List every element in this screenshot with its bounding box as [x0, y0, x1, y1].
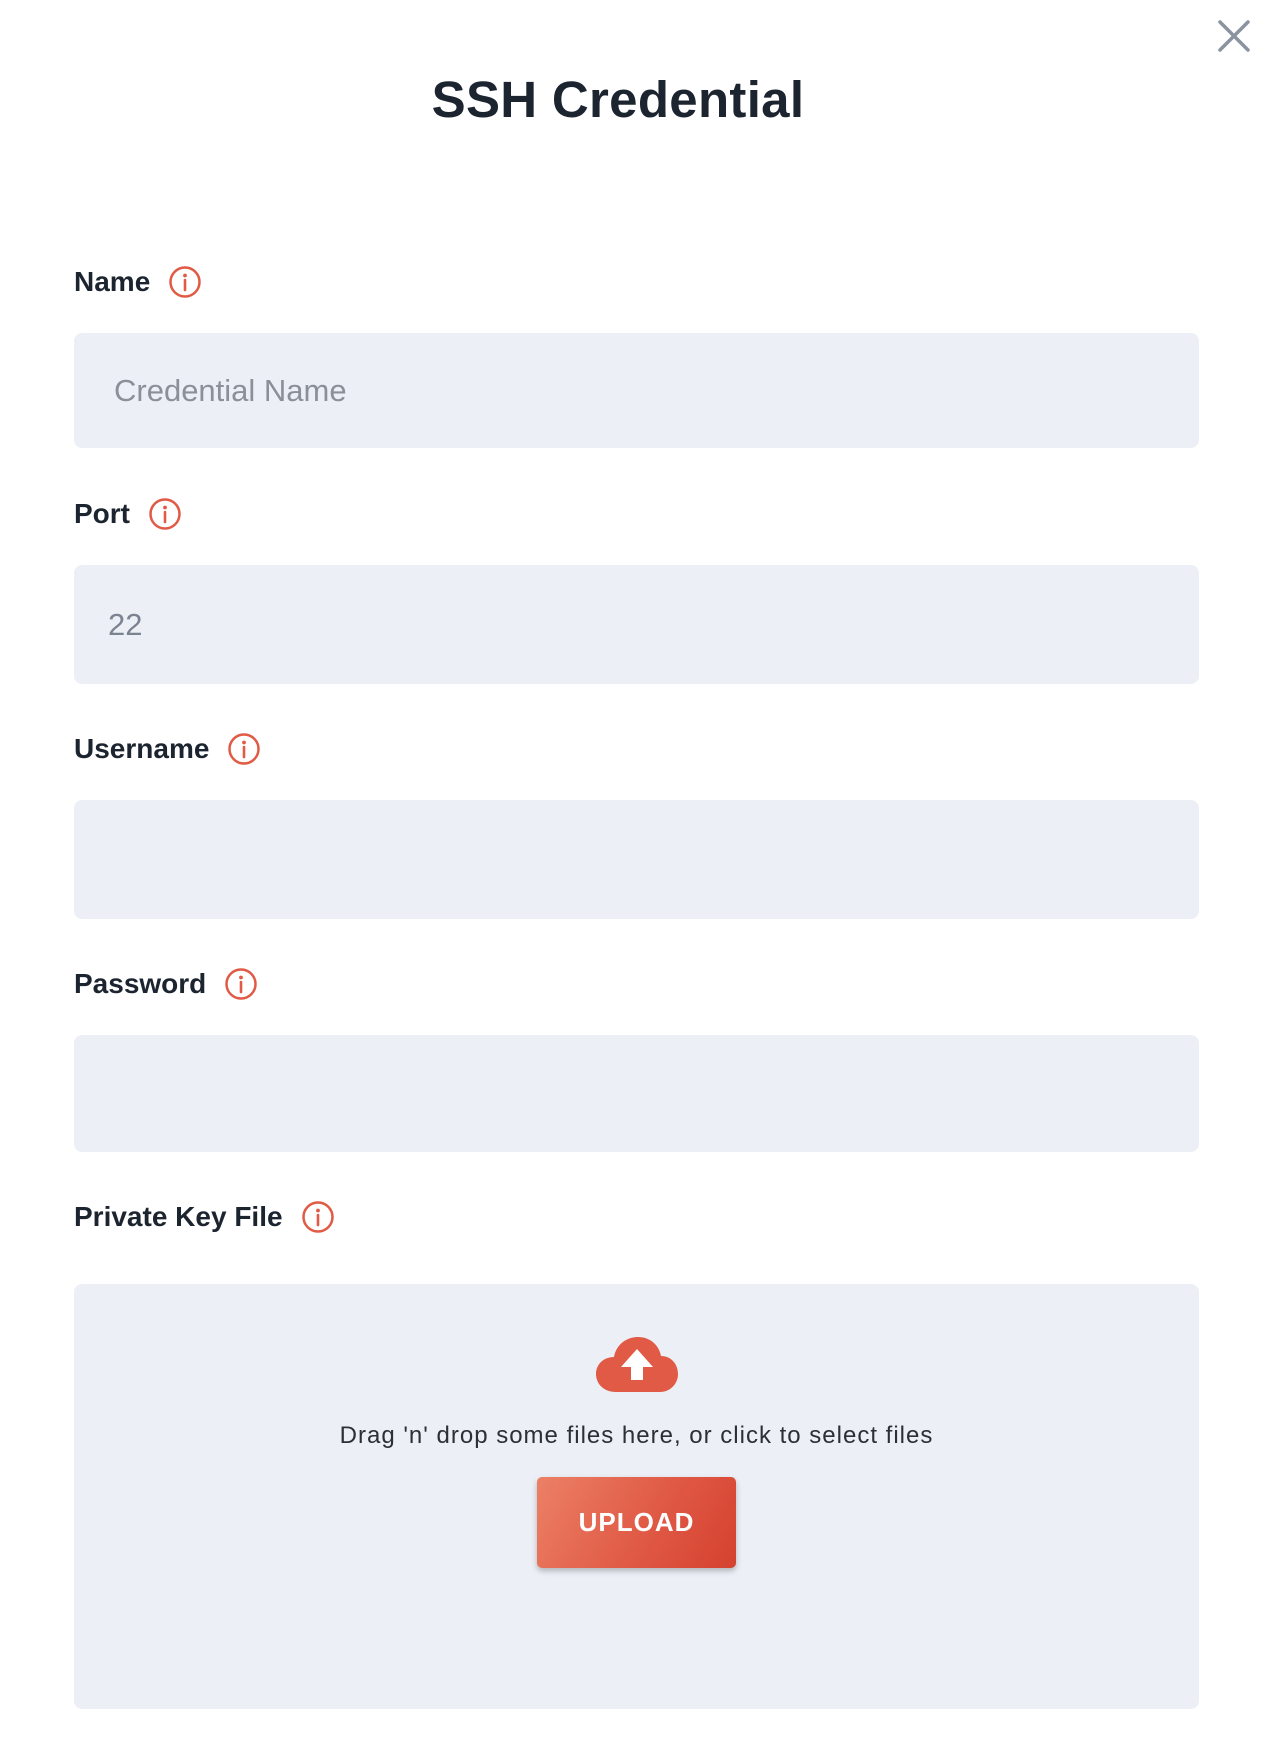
close-icon[interactable] [1217, 19, 1251, 53]
port-input[interactable] [74, 565, 1199, 684]
port-label: Port [74, 498, 130, 529]
username-label: Username [74, 733, 210, 764]
username-label-row: Username [74, 729, 261, 769]
cloud-upload-icon [596, 1337, 678, 1392]
name-label: Name [74, 266, 151, 297]
close-button[interactable] [1212, 14, 1256, 58]
dropzone-instructions: Drag 'n' drop some files here, or click … [339, 1422, 934, 1449]
dialog-title: SSH Credential [431, 71, 805, 128]
username-input[interactable] [74, 800, 1199, 919]
private-key-dropzone[interactable]: Drag 'n' drop some files here, or click … [74, 1284, 1199, 1709]
info-icon[interactable] [301, 1200, 335, 1234]
info-icon[interactable] [224, 967, 258, 1001]
port-label-row: Port [74, 494, 182, 534]
password-input[interactable] [74, 1035, 1199, 1152]
credential-name-input[interactable] [74, 333, 1199, 448]
info-icon[interactable] [148, 497, 182, 531]
name-label-row: Name [74, 262, 202, 302]
private-key-label: Private Key File [74, 1201, 283, 1232]
info-icon[interactable] [227, 732, 261, 766]
password-label: Password [74, 968, 207, 999]
ssh-credential-dialog: SSH Credential Name Port Username [0, 0, 1276, 1750]
info-icon[interactable] [168, 265, 202, 299]
private-key-label-row: Private Key File [74, 1197, 335, 1237]
upload-button[interactable]: UPLOAD [537, 1477, 736, 1568]
password-label-row: Password [74, 964, 258, 1004]
